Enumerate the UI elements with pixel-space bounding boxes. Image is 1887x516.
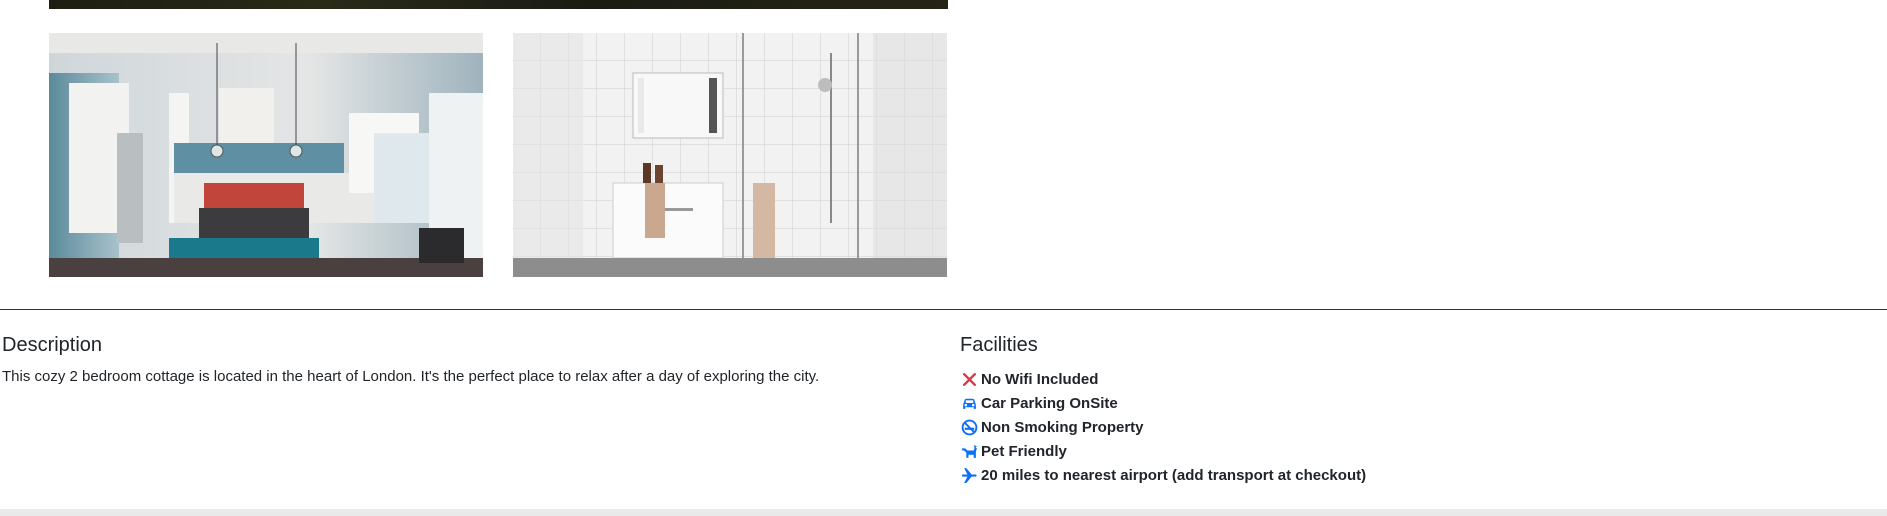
bathroom-photo[interactable] xyxy=(513,33,947,277)
x-icon xyxy=(960,370,979,389)
kitchen-photo[interactable] xyxy=(49,33,483,277)
kitchen-photo-image xyxy=(49,33,483,277)
facility-item-airport: 20 miles to nearest airport (add transpo… xyxy=(960,463,1366,487)
facility-label: No Wifi Included xyxy=(981,370,1099,388)
bathroom-photo-image xyxy=(513,33,947,277)
facility-item-non-smoking: Non Smoking Property xyxy=(960,415,1366,439)
dog-icon xyxy=(960,442,979,461)
plane-icon xyxy=(960,466,979,485)
facility-label: 20 miles to nearest airport (add transpo… xyxy=(981,466,1367,484)
facility-item-pet-friendly: Pet Friendly xyxy=(960,439,1366,463)
car-icon xyxy=(960,394,979,413)
facility-item-no-wifi: No Wifi Included xyxy=(960,367,1366,391)
facility-label: Car Parking OnSite xyxy=(981,394,1118,412)
facility-label: Non Smoking Property xyxy=(981,418,1144,436)
section-divider xyxy=(0,309,1887,310)
no-smoking-icon xyxy=(960,418,979,437)
bottom-bar xyxy=(0,509,1887,516)
facility-label: Pet Friendly xyxy=(981,442,1067,460)
facilities-title: Facilities xyxy=(960,334,1038,356)
description-text: This cozy 2 bedroom cottage is located i… xyxy=(2,368,820,385)
facility-item-car-parking: Car Parking OnSite xyxy=(960,391,1366,415)
top-photo-strip xyxy=(49,0,948,9)
facilities-list: No Wifi Included Car Parking OnSite Non … xyxy=(960,367,1366,487)
description-title: Description xyxy=(2,334,103,356)
